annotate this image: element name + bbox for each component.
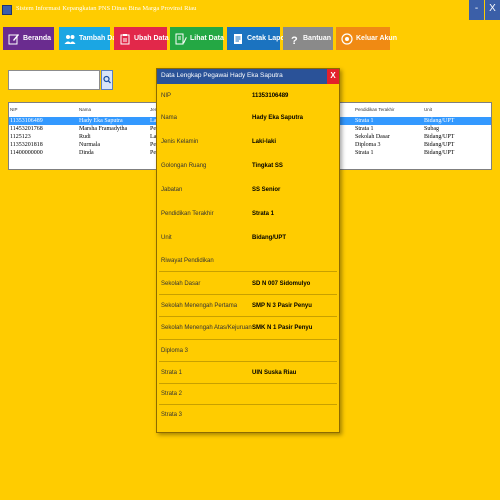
lihat-data-button[interactable]: Lihat Data: [170, 27, 224, 50]
lihat-data-label: Lihat Data: [190, 35, 224, 42]
cell-nama: Rudi: [79, 134, 91, 140]
report-icon: [232, 33, 244, 45]
cell-nip: 1125123: [10, 134, 31, 140]
employee-detail-dialog: Data Lengkap Pegawai Hady Eka Saputra X …: [156, 68, 340, 433]
tambah-data-button[interactable]: Tambah Data: [59, 27, 122, 50]
field-label-golongan-ruang: Golongan Ruang: [161, 163, 207, 169]
edu-value-smp: SMP N 3 Pasir Penyu: [252, 303, 312, 309]
cell-pendidikan: Diploma 3: [355, 142, 381, 148]
dialog-title: Data Lengkap Pegawai Hady Eka Saputra: [161, 72, 283, 79]
cell-nip: 11353201818: [10, 142, 43, 148]
app-icon: [2, 5, 12, 15]
edu-label-strata-2: Strata 2: [161, 391, 183, 397]
people-icon: [64, 33, 76, 45]
field-label-jenis-kelamin: Jenis Kelamin: [161, 139, 199, 145]
field-label-nama: Nama: [161, 115, 178, 121]
keluar-akun-label: Keluar Akun: [356, 35, 397, 42]
title-bar: Sistem Informasi Kepangkatan PNS Dinas B…: [0, 0, 500, 24]
bantuan-label: Bantuan: [303, 35, 331, 42]
dialog-title-bar: Data Lengkap Pegawai Hady Eka Saputra X: [157, 69, 339, 84]
cell-unit: Bidang/UPT: [424, 150, 455, 156]
keluar-akun-button[interactable]: Keluar Akun: [336, 27, 397, 50]
edu-value-strata-1: UIN Suska Riau: [252, 370, 297, 376]
ubah-data-button[interactable]: Ubah Data: [114, 27, 169, 50]
dialog-close-button[interactable]: X: [327, 69, 339, 84]
column-header-pendidikan[interactable]: Pendidikan Terakhir: [354, 106, 422, 114]
riwayat-pendidikan-heading: Riwayat Pendidikan: [161, 258, 214, 264]
cell-nama: Hady Eka Saputra: [79, 118, 123, 124]
divider: [159, 339, 337, 340]
edu-value-sekolah-dasar: SD N 007 Sidomulyo: [252, 281, 311, 287]
field-value-nip: 11353106489: [252, 93, 289, 99]
search-button[interactable]: [101, 70, 113, 90]
question-icon: ?: [288, 33, 300, 47]
column-header-nama[interactable]: Nama: [78, 106, 148, 114]
cell-nama: Dinda: [79, 150, 94, 156]
divider: [159, 294, 337, 295]
edu-label-strata-3: Strata 3: [161, 412, 183, 418]
edit-pencil-icon: [8, 33, 20, 45]
beranda-button[interactable]: Beranda: [3, 27, 54, 50]
search-input[interactable]: [8, 70, 100, 90]
column-header-nip[interactable]: NIP: [9, 106, 77, 114]
field-label-pendidikan-terakhir: Pendidikan Terakhir: [161, 211, 214, 217]
search-icon: [102, 75, 112, 93]
clipboard-icon: [119, 33, 131, 45]
edu-label-sekolah-dasar: Sekolah Dasar: [161, 281, 201, 287]
edu-label-strata-1: Strata 1: [161, 370, 183, 376]
field-label-jabatan: Jabatan: [161, 187, 183, 193]
divider: [159, 361, 337, 362]
field-value-pendidikan-terakhir: Strata 1: [252, 211, 275, 217]
cetak-laporan-button[interactable]: Cetak Laporan: [227, 27, 296, 50]
field-value-jabatan: SS Senior: [252, 187, 281, 193]
document-pen-icon: [175, 33, 187, 45]
divider: [159, 271, 337, 272]
cell-nip: 11453201768: [10, 126, 43, 132]
beranda-label: Beranda: [23, 35, 52, 42]
minimize-button[interactable]: -: [469, 0, 484, 20]
divider: [159, 316, 337, 317]
edu-label-diploma-3: Diploma 3: [161, 348, 189, 354]
window-title: Sistem Informasi Kepangkatan PNS Dinas B…: [16, 5, 197, 12]
cell-nama: Marsha Framadytha: [79, 126, 128, 132]
svg-text:?: ?: [291, 35, 298, 45]
cell-unit: Bidang/UPT: [424, 134, 455, 140]
cell-pendidikan: Strata 1: [355, 118, 374, 124]
edu-value-sma-smk: SMK N 1 Pasir Penyu: [252, 325, 313, 331]
field-value-unit: Bidang/UPT: [252, 235, 286, 241]
field-value-jenis-kelamin: Laki-laki: [252, 139, 277, 145]
cell-pendidikan: Strata 1: [355, 150, 374, 156]
edu-label-sma-smk: Sekolah Menengah Atas/Kejuruan: [161, 325, 252, 331]
divider: [159, 383, 337, 384]
cell-nama: Nurmala: [79, 142, 100, 148]
field-label-unit: Unit: [161, 235, 172, 241]
cell-pendidikan: Strata 1: [355, 126, 374, 132]
column-header-unit[interactable]: Unit: [423, 106, 489, 114]
cell-nip: 11400000000: [10, 150, 43, 156]
divider: [159, 404, 337, 405]
power-icon: [341, 32, 353, 45]
cell-nip: 11353106489: [10, 118, 43, 124]
cell-unit: Bidang/UPT: [424, 118, 455, 124]
field-label-nip: NIP: [161, 93, 172, 99]
bantuan-button[interactable]: ? Bantuan: [283, 27, 333, 50]
toolbar: Beranda Tambah Data Ubah Data Lihat Data…: [0, 25, 500, 53]
cell-unit: Subag: [424, 126, 439, 132]
field-value-nama: Hady Eka Saputra: [252, 115, 304, 121]
cell-pendidikan: Sekolah Dasar: [355, 134, 390, 140]
close-window-button[interactable]: X: [485, 0, 500, 20]
field-value-golongan-ruang: Tingkat SS: [252, 163, 283, 169]
ubah-data-label: Ubah Data: [134, 35, 169, 42]
edu-label-smp: Sekolah Menengah Pertama: [161, 303, 238, 309]
cell-unit: Bidang/UPT: [424, 142, 455, 148]
